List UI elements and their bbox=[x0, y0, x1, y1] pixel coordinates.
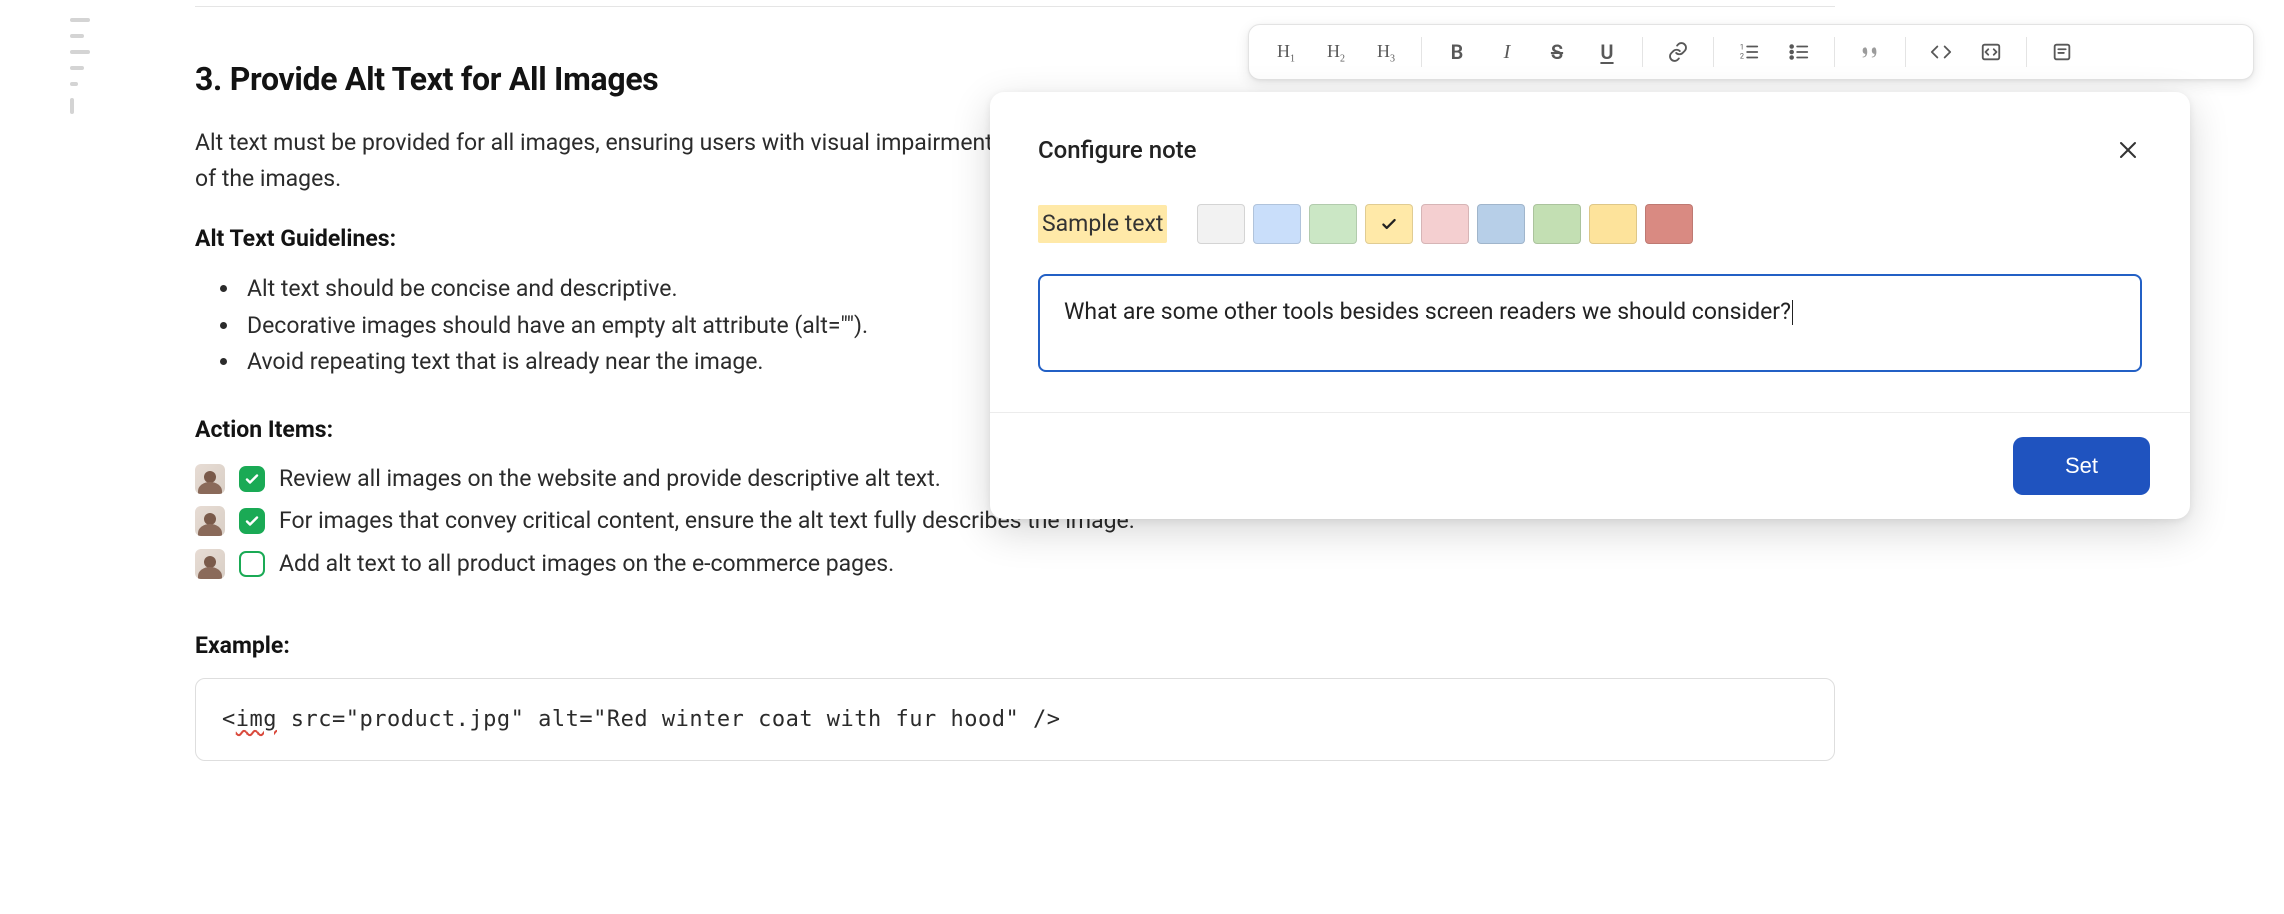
checkbox-unchecked[interactable] bbox=[239, 551, 265, 577]
ordered-list-icon: 12 bbox=[1738, 41, 1760, 63]
color-swatch-green[interactable] bbox=[1309, 204, 1357, 244]
close-icon bbox=[2116, 138, 2140, 162]
color-swatch-none[interactable] bbox=[1197, 204, 1245, 244]
configure-note-popover: Configure note Sample text What are some bbox=[990, 92, 2190, 519]
popover-header: Configure note bbox=[990, 92, 2190, 184]
quote-button[interactable] bbox=[1847, 32, 1893, 72]
color-swatch-red[interactable] bbox=[1645, 204, 1693, 244]
checkbox-checked[interactable] bbox=[239, 508, 265, 534]
unordered-list-button[interactable] bbox=[1776, 32, 1822, 72]
action-item: Add alt text to all product images on th… bbox=[195, 547, 1835, 582]
action-text: Review all images on the website and pro… bbox=[279, 462, 941, 497]
color-swatch-pink[interactable] bbox=[1421, 204, 1469, 244]
avatar bbox=[195, 464, 225, 494]
highlight-color-row: Sample text bbox=[1038, 204, 2142, 244]
color-swatch-yellow[interactable] bbox=[1365, 204, 1413, 244]
set-button[interactable]: Set bbox=[2013, 437, 2150, 495]
checkbox-checked[interactable] bbox=[239, 466, 265, 492]
heading3-button[interactable]: H3 bbox=[1363, 32, 1409, 72]
code-icon bbox=[1930, 41, 1952, 63]
example-heading: Example: bbox=[195, 629, 1835, 664]
strikethrough-button[interactable]: S bbox=[1534, 32, 1580, 72]
quote-icon bbox=[1859, 41, 1881, 63]
formatting-toolbar: H1 H2 H3 B I S U 12 bbox=[1248, 24, 2254, 80]
color-swatch-mint[interactable] bbox=[1533, 204, 1581, 244]
popover-body: Sample text What are some other tools be… bbox=[990, 184, 2190, 412]
popover-footer: Set bbox=[990, 412, 2190, 519]
note-button[interactable] bbox=[2039, 32, 2085, 72]
toolbar-separator bbox=[2026, 37, 2027, 67]
bold-button[interactable]: B bbox=[1434, 32, 1480, 72]
link-button[interactable] bbox=[1655, 32, 1701, 72]
code-button[interactable] bbox=[1918, 32, 1964, 72]
italic-button[interactable]: I bbox=[1484, 32, 1530, 72]
toolbar-separator bbox=[1834, 37, 1835, 67]
avatar bbox=[195, 506, 225, 536]
unordered-list-icon bbox=[1788, 41, 1810, 63]
check-icon bbox=[1380, 215, 1398, 233]
toolbar-separator bbox=[1421, 37, 1422, 67]
action-text: Add alt text to all product images on th… bbox=[279, 547, 894, 582]
sample-text-preview: Sample text bbox=[1038, 205, 1167, 244]
link-icon bbox=[1667, 41, 1689, 63]
underline-button[interactable]: U bbox=[1584, 32, 1630, 72]
color-swatches bbox=[1197, 204, 1693, 244]
ordered-list-button[interactable]: 12 bbox=[1726, 32, 1772, 72]
note-text-input[interactable]: What are some other tools besides screen… bbox=[1038, 274, 2142, 372]
color-swatch-sky[interactable] bbox=[1477, 204, 1525, 244]
close-button[interactable] bbox=[2114, 136, 2142, 164]
popover-title: Configure note bbox=[1038, 132, 1197, 168]
svg-text:2: 2 bbox=[1740, 51, 1744, 60]
minimap bbox=[70, 18, 100, 114]
code-block-button[interactable] bbox=[1968, 32, 2014, 72]
spellcheck-marker: img bbox=[236, 707, 277, 732]
code-block: <img src="product.jpg" alt="Red winter c… bbox=[195, 678, 1835, 761]
code-block-icon bbox=[1980, 41, 2002, 63]
toolbar-separator bbox=[1905, 37, 1906, 67]
color-swatch-gold[interactable] bbox=[1589, 204, 1637, 244]
text-caret bbox=[1792, 300, 1793, 325]
heading1-button[interactable]: H1 bbox=[1263, 32, 1309, 72]
toolbar-separator bbox=[1642, 37, 1643, 67]
note-icon bbox=[2051, 41, 2073, 63]
avatar bbox=[195, 549, 225, 579]
color-swatch-blue[interactable] bbox=[1253, 204, 1301, 244]
divider bbox=[195, 6, 1835, 7]
heading2-button[interactable]: H2 bbox=[1313, 32, 1359, 72]
svg-text:1: 1 bbox=[1740, 42, 1744, 51]
toolbar-separator bbox=[1713, 37, 1714, 67]
